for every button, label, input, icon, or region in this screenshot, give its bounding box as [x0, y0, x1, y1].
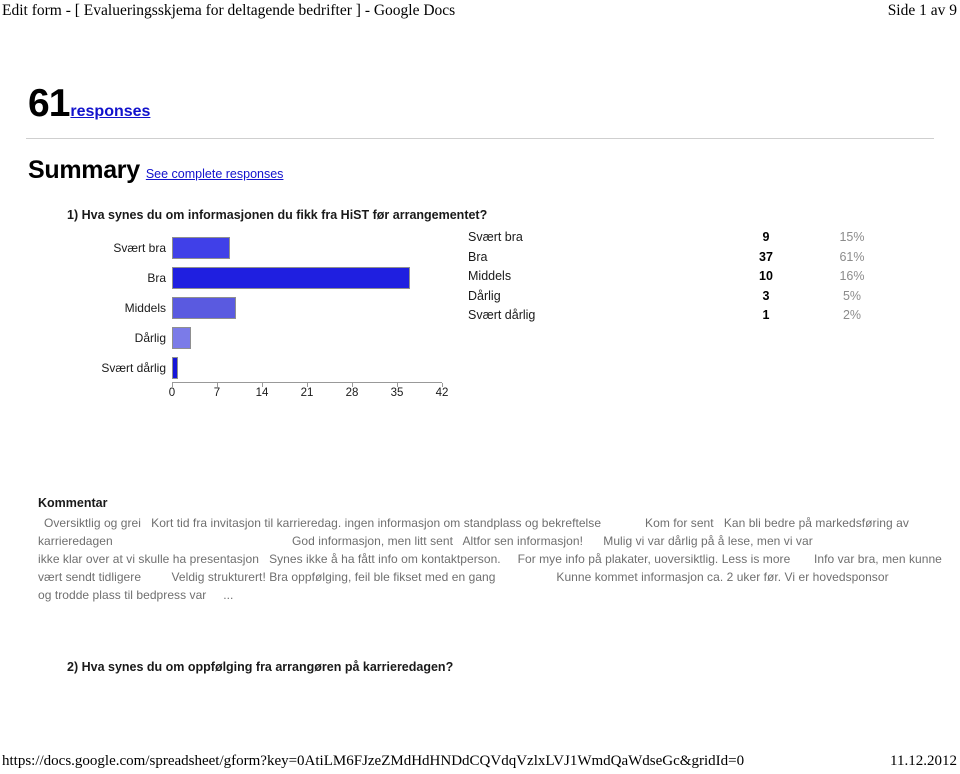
stats-label: Dårlig — [468, 288, 501, 303]
chart-tick-label: 21 — [300, 387, 314, 399]
chart-bar — [172, 237, 230, 259]
chart-row: Dårlig — [60, 323, 460, 353]
stats-label: Middels — [468, 269, 512, 283]
chart-tick-label: 0 — [168, 387, 176, 399]
print-footer: https://docs.google.com/spreadsheet/gfor… — [0, 753, 960, 770]
stats-percent: 2% — [842, 308, 862, 322]
comment-line: og trodde plass til bedpress var ... — [38, 588, 234, 602]
stats-percent: 16% — [839, 269, 865, 283]
responses-link[interactable]: responses — [70, 103, 150, 121]
print-header-title: Edit form - [ Evalueringsskjema for delt… — [2, 2, 456, 19]
stats-row: Middels 10 16% — [460, 269, 900, 289]
stats-row: Svært dårlig 1 2% — [460, 308, 900, 328]
chart-tick-label: 28 — [345, 387, 359, 399]
response-count: 61 responses — [28, 84, 150, 123]
stats-row: Bra 37 61% — [460, 250, 900, 270]
chart-bar-area — [172, 293, 442, 323]
stats-percent: 15% — [839, 230, 865, 244]
print-footer-url: https://docs.google.com/spreadsheet/gfor… — [2, 753, 745, 769]
summary-title: Summary — [28, 156, 140, 184]
chart-category-label: Svært dårlig — [101, 361, 166, 375]
chart-tick-label: 35 — [390, 387, 404, 399]
response-count-number: 61 — [28, 82, 70, 125]
stats-label: Svært bra — [468, 230, 523, 244]
question-1-bar-chart: Svært bra Bra Middels Dårlig Svært dårlig 0 7… — [60, 230, 460, 399]
chart-row: Svært dårlig — [60, 353, 460, 383]
stats-count: 9 — [762, 230, 770, 244]
stats-label: Svært dårlig — [468, 308, 536, 322]
chart-bar-area — [172, 233, 442, 263]
chart-tick-label: 14 — [255, 387, 269, 399]
chart-bar — [172, 267, 410, 289]
chart-bar-area — [172, 323, 442, 353]
chart-category-label: Dårlig — [134, 331, 166, 345]
question-2-title: 2) Hva synes du om oppfølging fra arrang… — [67, 660, 454, 674]
chart-row: Bra — [60, 263, 460, 293]
chart-category-label: Middels — [124, 301, 166, 315]
chart-category-label: Svært bra — [113, 241, 166, 255]
section-divider — [26, 138, 934, 139]
chart-tick-label: 7 — [213, 387, 221, 399]
comment-line: vært sendt tidligere Veldig strukturert!… — [38, 570, 889, 584]
see-complete-responses-link[interactable]: See complete responses — [146, 167, 284, 181]
question-1-title: 1) Hva synes du om informasjonen du fikk… — [67, 208, 488, 222]
stats-row: Dårlig 3 5% — [460, 289, 900, 309]
question-1-stats-table: Svært bra 9 15% Bra 37 61% Middels 10 16% Dårlig 3… — [460, 230, 900, 328]
chart-bar — [172, 357, 179, 379]
print-footer-date: 11.12.2012 — [890, 753, 957, 769]
stats-label: Bra — [468, 249, 488, 264]
chart-bar — [172, 297, 237, 319]
comments-heading: Kommentar — [38, 496, 108, 510]
stats-percent: 5% — [842, 288, 862, 303]
comment-line: ikke klar over at vi skulle ha presentas… — [38, 552, 942, 566]
question-1-comments: Kommentar Oversiktlig og grei Kort tid f… — [38, 496, 942, 604]
comments-text: Oversiktlig og grei Kort tid fra invitas… — [38, 514, 942, 604]
stats-percent: 61% — [839, 249, 865, 264]
chart-tick-label: 42 — [435, 387, 449, 399]
chart-category-label: Bra — [147, 271, 166, 285]
chart-x-axis-ticks: 0 7 14 21 28 35 42 — [168, 383, 448, 399]
chart-row: Middels — [60, 293, 460, 323]
stats-count: 10 — [759, 269, 773, 283]
stats-count: 37 — [759, 249, 773, 264]
chart-bar-area — [172, 263, 442, 293]
stats-row: Svært bra 9 15% — [460, 230, 900, 250]
chart-bar-area — [172, 353, 442, 383]
comment-line: karrieredagen God informasjon, men litt … — [38, 534, 813, 548]
print-header-page-number: Side 1 av 9 — [887, 2, 957, 19]
comment-line: Oversiktlig og grei Kort tid fra invitas… — [44, 516, 909, 530]
chart-row: Svært bra — [60, 233, 460, 263]
summary-header: Summary See complete responses — [28, 156, 283, 185]
stats-count: 3 — [762, 288, 770, 303]
chart-bars: Svært bra Bra Middels Dårlig Svært dårlig — [60, 233, 460, 383]
stats-count: 1 — [762, 308, 770, 322]
print-header: Edit form - [ Evalueringsskjema for delt… — [0, 0, 960, 30]
chart-bar — [172, 327, 192, 349]
